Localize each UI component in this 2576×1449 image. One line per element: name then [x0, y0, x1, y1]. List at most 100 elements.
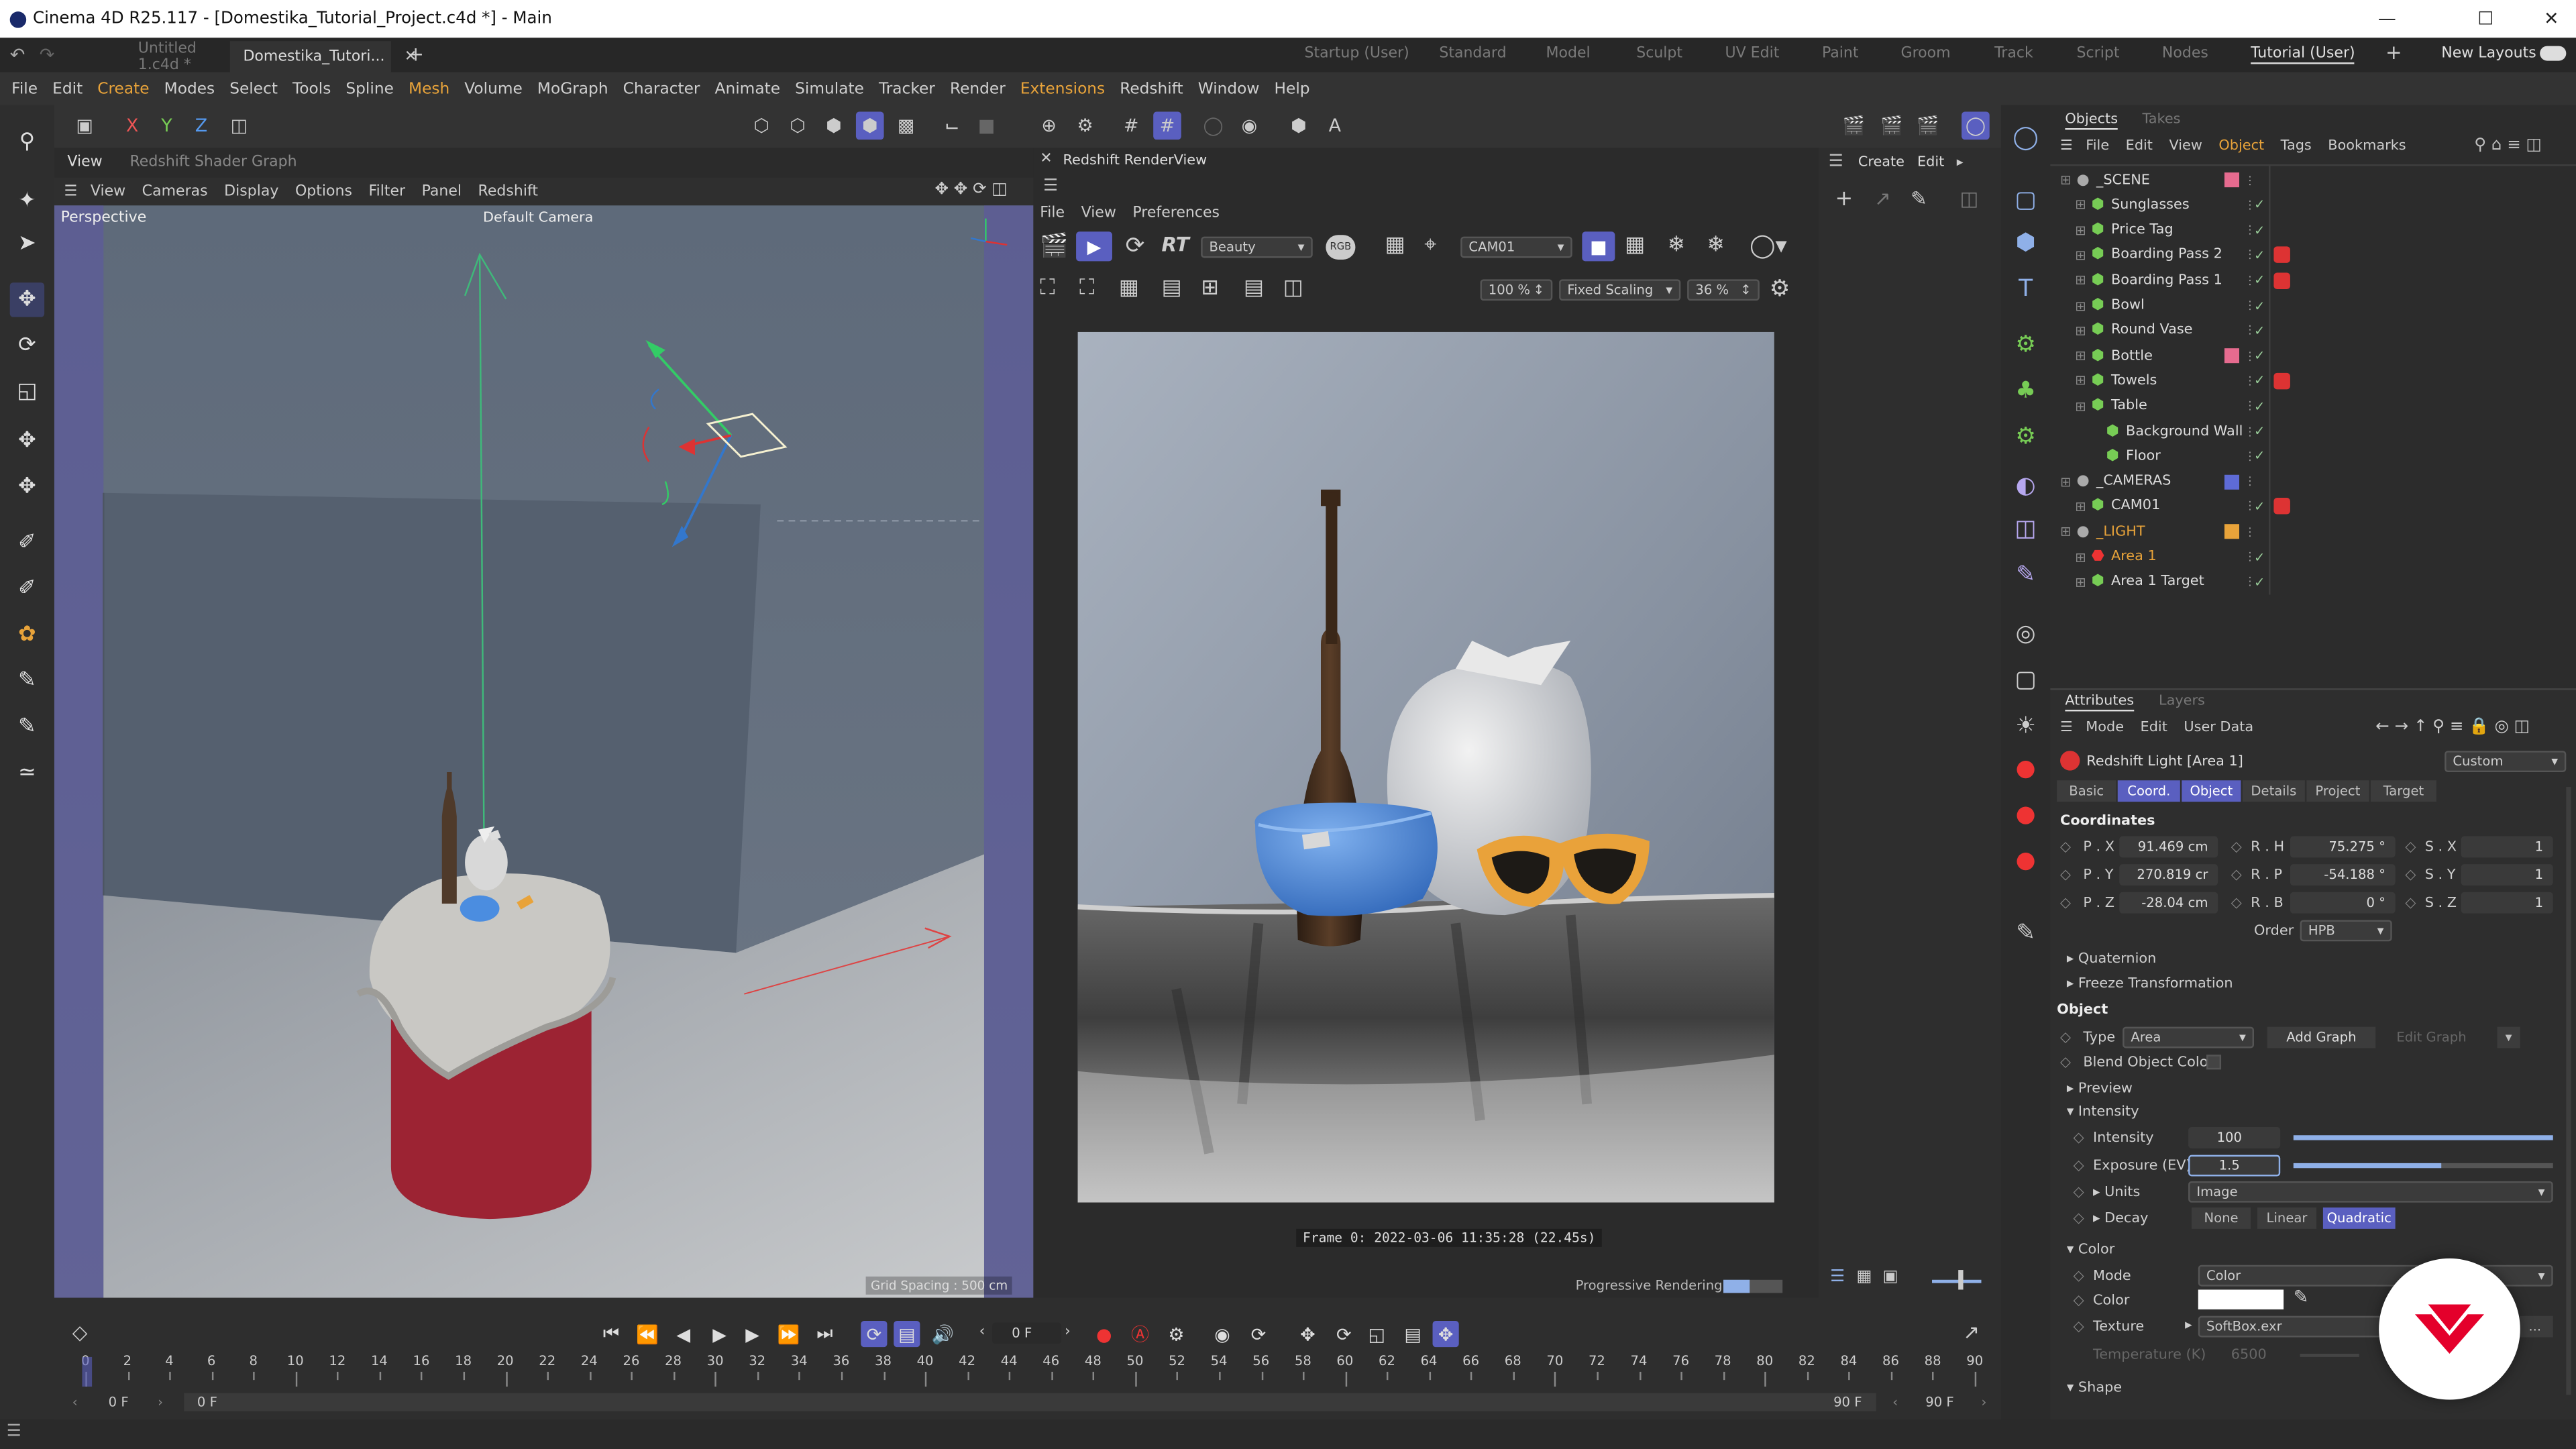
- subtab-coord[interactable]: Coord.: [2117, 780, 2180, 802]
- rgb-channel-button[interactable]: RGB: [1326, 235, 1356, 260]
- rv-menu-preferences[interactable]: Preferences: [1132, 205, 1220, 221]
- camera-view-icon[interactable]: ◯: [2009, 121, 2042, 154]
- redshift-tag-icon[interactable]: [2273, 272, 2290, 289]
- menu-animate[interactable]: Animate: [715, 80, 781, 98]
- vp-menu-view[interactable]: View: [91, 183, 125, 199]
- takes-tab[interactable]: Takes: [2142, 112, 2180, 128]
- playback-rate-icon[interactable]: ▤: [894, 1320, 920, 1348]
- om-menu-bookmarks[interactable]: Bookmarks: [2328, 138, 2406, 154]
- menu-tools[interactable]: Tools: [292, 80, 331, 98]
- view-tab[interactable]: View: [67, 154, 102, 170]
- text-icon[interactable]: T: [2009, 273, 2042, 306]
- om-menu-edit[interactable]: Edit: [2126, 138, 2153, 154]
- snap-icon[interactable]: ⊕: [1035, 112, 1063, 140]
- next-frame-icon[interactable]: ▶: [739, 1321, 765, 1347]
- start-ipr-button[interactable]: ▶: [1076, 231, 1112, 262]
- expand-icon[interactable]: ⊞: [2075, 549, 2086, 564]
- layer-color-swatch[interactable]: [2224, 398, 2239, 413]
- clapper-icon[interactable]: 🎬: [1040, 233, 1069, 260]
- fit-region-icon[interactable]: ⛶: [1079, 276, 1094, 301]
- layer-color-swatch[interactable]: [2224, 298, 2239, 313]
- scale-key-icon[interactable]: ◱: [1364, 1321, 1390, 1347]
- rendered-image[interactable]: [1077, 331, 1774, 1203]
- attr-menu-edit[interactable]: Edit: [2141, 720, 2167, 736]
- scale-tool-icon[interactable]: ◱: [10, 374, 44, 409]
- thumb-size-slider[interactable]: [1932, 1279, 1982, 1283]
- field-icon[interactable]: ◫: [2009, 513, 2042, 545]
- snap-settings-icon[interactable]: ⚙: [1071, 112, 1099, 140]
- enabled-check-icon[interactable]: ✓: [2254, 198, 2265, 213]
- redshift-light-icon[interactable]: ●: [2009, 753, 2042, 786]
- decay-quadratic-button[interactable]: Quadratic: [2322, 1208, 2396, 1229]
- sound-icon[interactable]: 🔊: [930, 1321, 956, 1347]
- menu-redshift[interactable]: Redshift: [1120, 80, 1183, 98]
- side-panel-menu-icon[interactable]: ☰: [1829, 153, 1843, 171]
- cube-icon[interactable]: ⬢: [2009, 227, 2042, 260]
- axis-x-lock[interactable]: X: [118, 112, 146, 140]
- color-swatch[interactable]: [2198, 1289, 2284, 1309]
- table-object[interactable]: [356, 873, 616, 1220]
- vp-menu-filter[interactable]: Filter: [368, 183, 405, 199]
- picture-viewer-icon[interactable]: ▤: [1244, 276, 1264, 301]
- zoom-field[interactable]: 100 % ↕: [1480, 279, 1553, 301]
- type-dropdown[interactable]: Area ▾: [2123, 1026, 2255, 1049]
- menu-window[interactable]: Window: [1198, 80, 1260, 98]
- visibility-dots[interactable]: ⋮: [2244, 173, 2255, 186]
- intensity-section[interactable]: ▾ Intensity: [2067, 1104, 2139, 1120]
- enabled-check-icon[interactable]: ✓: [2254, 575, 2265, 590]
- render-settings-clap-icon[interactable]: 🎬: [1914, 112, 1942, 140]
- fit-icon[interactable]: ⛶: [1040, 276, 1055, 301]
- trash-icon[interactable]: ◫: [1960, 187, 1979, 210]
- layer-color-swatch[interactable]: [2224, 374, 2239, 388]
- layer-color-swatch[interactable]: [2224, 575, 2239, 590]
- decay-keyframe-icon[interactable]: ◇: [2074, 1211, 2084, 1227]
- object-name[interactable]: Towels: [2111, 373, 2157, 389]
- bowl-object[interactable]: [460, 895, 500, 922]
- copy-icon[interactable]: ◫: [1283, 276, 1303, 301]
- intensity-keyframe-icon[interactable]: ◇: [2074, 1130, 2084, 1146]
- redshift-camera-icon[interactable]: ●: [2009, 798, 2042, 831]
- refresh-icon[interactable]: ⟳: [1126, 233, 1145, 260]
- menu-modes[interactable]: Modes: [164, 80, 215, 98]
- expand-icon[interactable]: ⊞: [2060, 172, 2071, 187]
- layout-track[interactable]: Track: [1994, 46, 2033, 62]
- menu-extensions[interactable]: Extensions: [1020, 80, 1105, 98]
- vp-menu-redshift[interactable]: Redshift: [478, 183, 539, 199]
- object-row[interactable]: ⬢ Background Wall ⋮ ✓: [2050, 419, 2576, 443]
- object-row[interactable]: ⊞ ● _SCENE ⋮: [2050, 168, 2576, 193]
- layer-color-swatch[interactable]: [2224, 172, 2239, 188]
- scale-field[interactable]: 1: [2461, 864, 2553, 886]
- om-menu-file[interactable]: File: [2086, 138, 2109, 154]
- subtab-details[interactable]: Details: [2242, 780, 2305, 802]
- color-picker-icon[interactable]: ✎: [2294, 1287, 2309, 1308]
- redshift-object-icon[interactable]: ●: [2009, 845, 2042, 877]
- list-view-icon[interactable]: ☰: [1830, 1269, 1845, 1287]
- live-selection-icon[interactable]: ✦: [10, 184, 44, 218]
- layer-color-swatch[interactable]: [2224, 198, 2239, 213]
- axis-z-lock[interactable]: Z: [187, 112, 215, 140]
- om-menu-tags[interactable]: Tags: [2281, 138, 2312, 154]
- side-menu-create[interactable]: Create: [1858, 154, 1904, 170]
- rv-menu-file[interactable]: File: [1040, 205, 1065, 221]
- layout-groom[interactable]: Groom: [1900, 46, 1950, 62]
- tweak-mode-icon[interactable]: ■: [973, 112, 1001, 140]
- subtab-target[interactable]: Target: [2370, 780, 2436, 802]
- layer-color-swatch[interactable]: [2224, 499, 2239, 514]
- sculpt-icon[interactable]: ≃: [10, 756, 44, 790]
- rotation-field[interactable]: 75.275 °: [2290, 836, 2396, 858]
- layer-color-swatch[interactable]: [2224, 348, 2239, 364]
- undo-icon[interactable]: ↶: [10, 44, 25, 66]
- render-view-icon[interactable]: 🎬: [1840, 112, 1868, 140]
- blend-checkbox[interactable]: [2206, 1055, 2222, 1070]
- scale-field[interactable]: 1: [2461, 836, 2553, 858]
- intensity-field[interactable]: 100: [2188, 1127, 2281, 1148]
- camera-label[interactable]: Default Camera: [483, 210, 593, 226]
- object-row[interactable]: ⊞ ⬢ Round Vase ⋮ ✓: [2050, 319, 2576, 343]
- keyframe-icon[interactable]: ◇: [2231, 867, 2242, 883]
- layout-sculpt[interactable]: Sculpt: [1636, 46, 1682, 62]
- layer-color-swatch[interactable]: [2224, 474, 2239, 489]
- object-name[interactable]: _LIGHT: [2096, 523, 2145, 539]
- object-name[interactable]: Price Tag: [2111, 222, 2174, 238]
- position-field[interactable]: 91.469 cm: [2119, 836, 2218, 858]
- vp-menu-display[interactable]: Display: [224, 183, 278, 199]
